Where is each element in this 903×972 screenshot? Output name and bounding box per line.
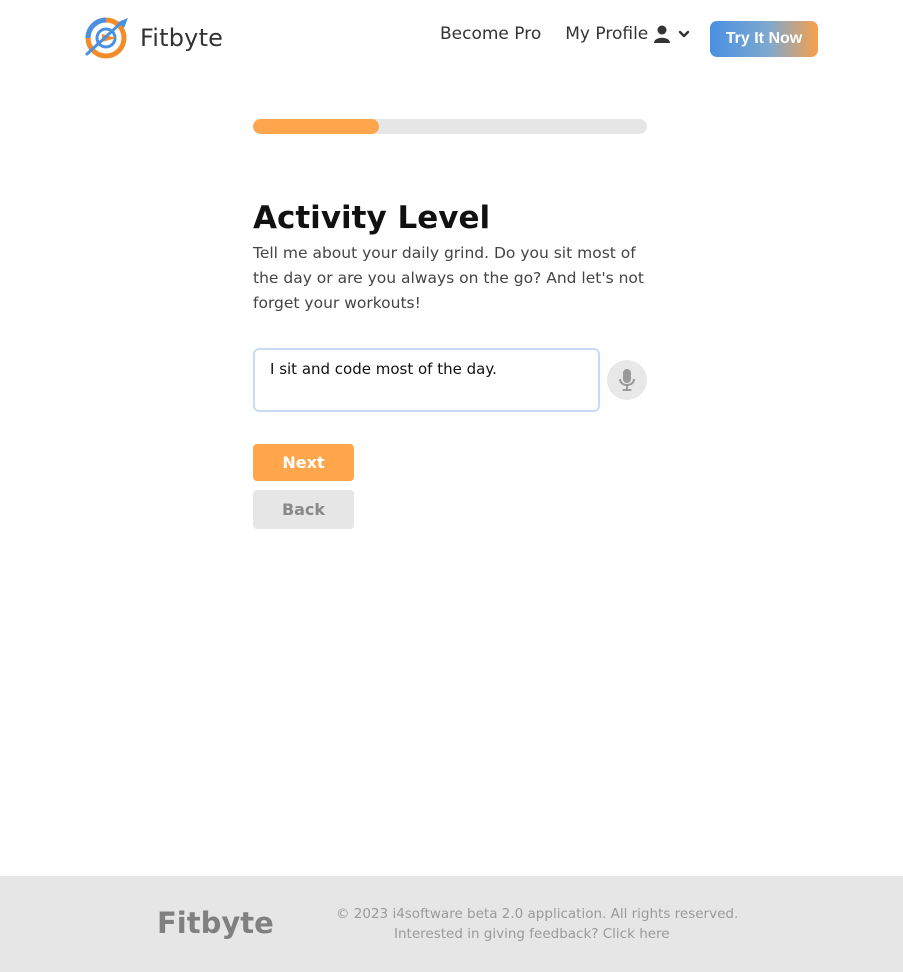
voice-input-button[interactable] xyxy=(607,360,647,400)
fitbyte-logo-icon xyxy=(85,17,128,59)
site-footer: Fitbyte © 2023 i4software beta 2.0 appli… xyxy=(0,876,903,972)
progress-bar xyxy=(253,119,647,134)
page-title: Activity Level xyxy=(253,200,491,236)
user-icon xyxy=(654,25,671,43)
my-profile-menu[interactable]: My Profile xyxy=(565,24,690,44)
progress-fill xyxy=(253,119,380,134)
main-nav: Become Pro My Profile xyxy=(440,24,690,44)
feedback-link[interactable]: Interested in giving feedback? Click her… xyxy=(394,926,670,942)
brand-name: Fitbyte xyxy=(140,24,224,52)
site-header: Fitbyte Become Pro My Profile Try It Now xyxy=(0,0,903,80)
microphone-icon xyxy=(619,369,635,391)
try-it-now-button[interactable]: Try It Now xyxy=(710,21,818,57)
back-button[interactable]: Back xyxy=(253,490,354,529)
footer-brand: Fitbyte xyxy=(157,906,274,940)
brand[interactable]: Fitbyte xyxy=(82,16,223,60)
answer-input[interactable]: I sit and code most of the day. xyxy=(253,348,600,412)
become-pro-link[interactable]: Become Pro xyxy=(440,24,541,44)
step-description: Tell me about your daily grind. Do you s… xyxy=(253,244,644,312)
my-profile-label: My Profile xyxy=(565,24,649,44)
footer-copyright: © 2023 i4software beta 2.0 application. … xyxy=(336,906,739,922)
chevron-down-icon xyxy=(679,30,690,38)
next-button[interactable]: Next xyxy=(253,444,354,481)
